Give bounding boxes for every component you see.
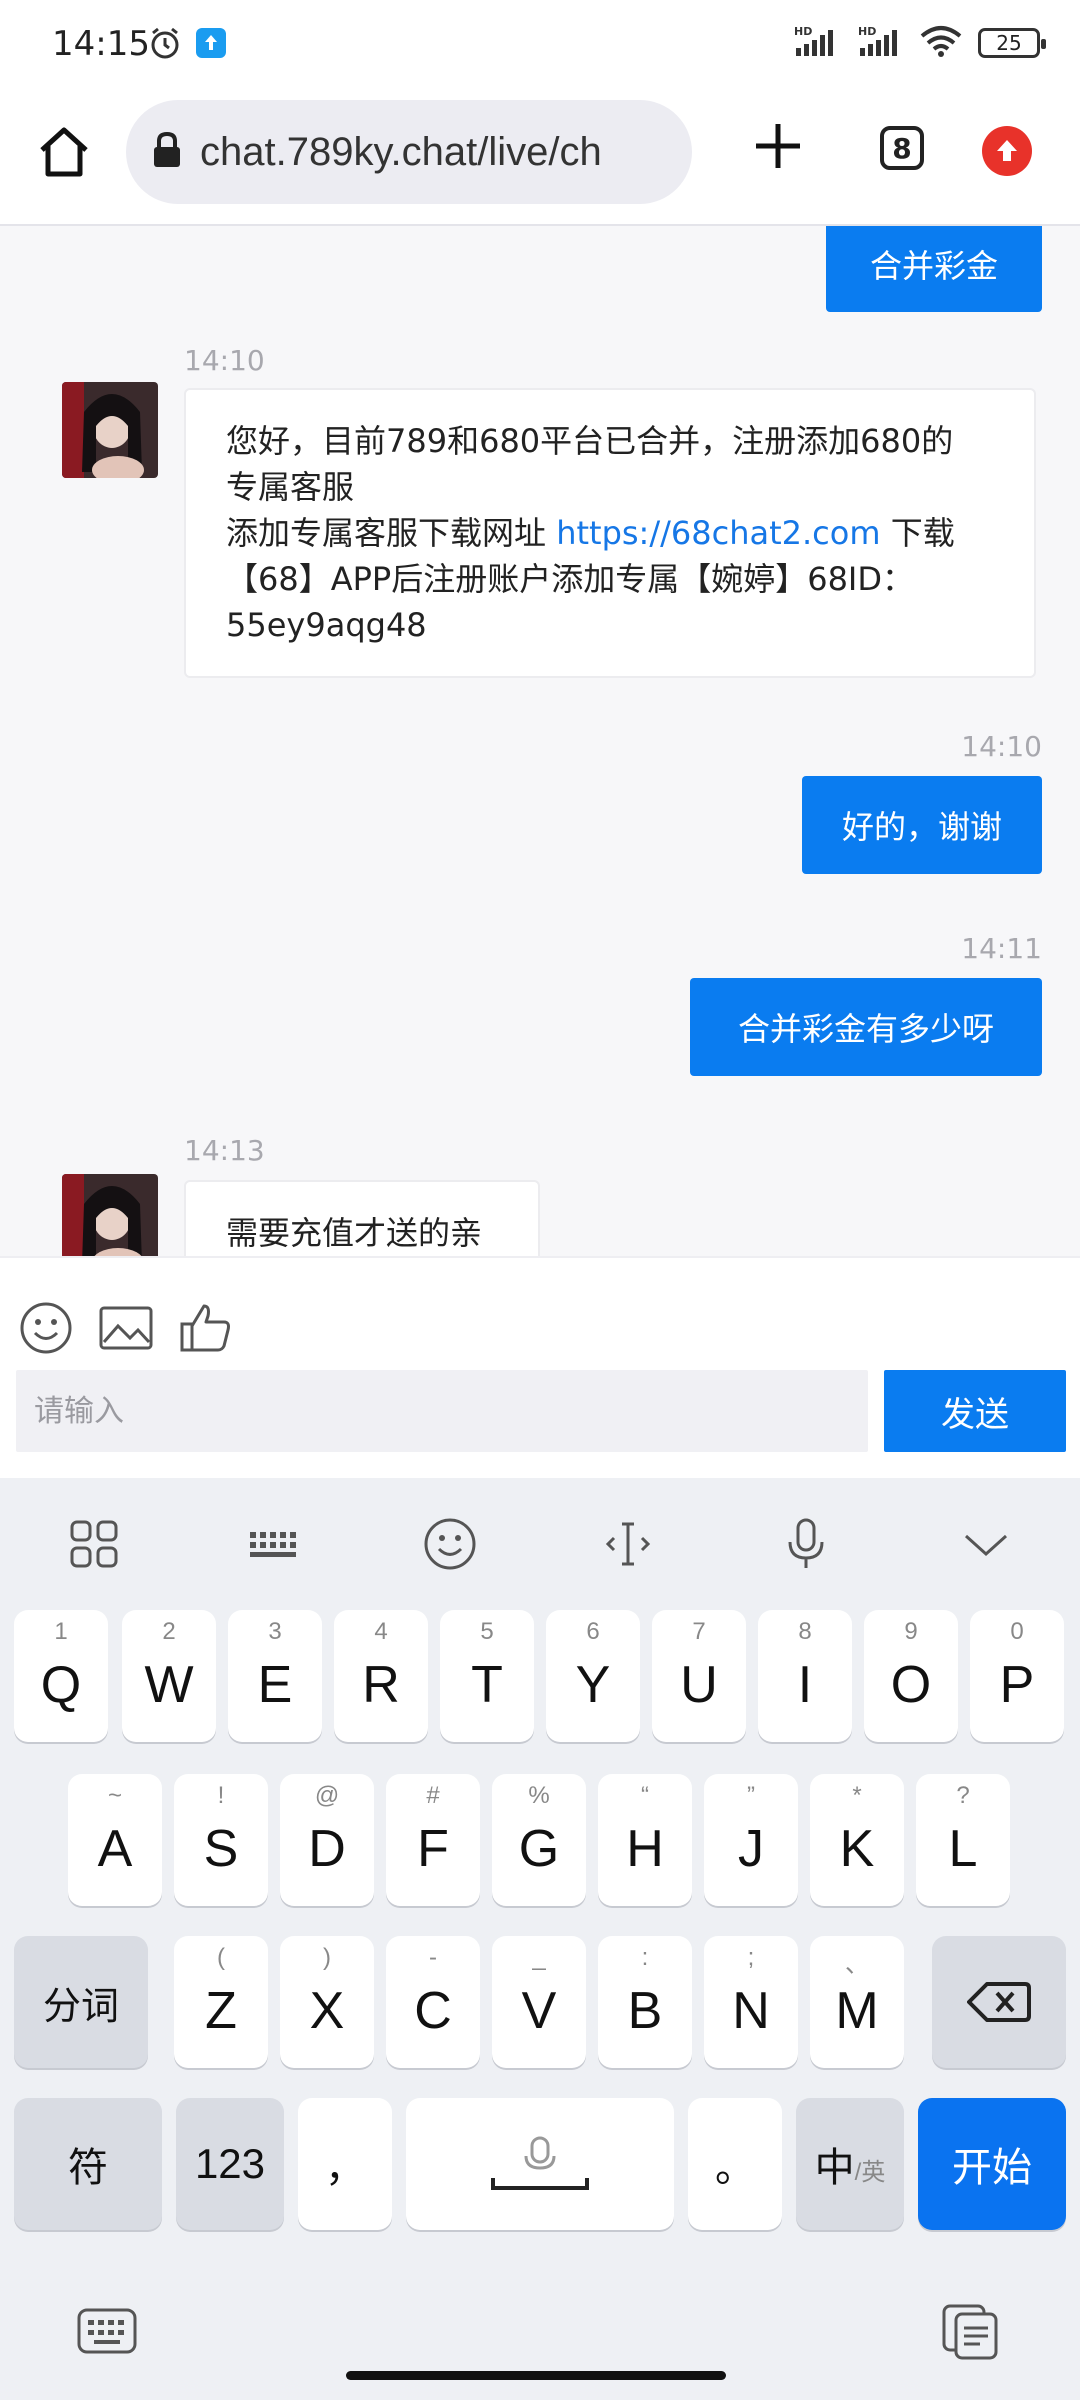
message-time: 14:11 — [961, 932, 1042, 965]
grid-icon — [70, 1520, 118, 1568]
message-composer: 发送 — [0, 1256, 1080, 1478]
status-bar: 14:15 HD HD 25 — [0, 0, 1080, 92]
alarm-icon — [148, 26, 182, 64]
key-m[interactable]: 、 M — [810, 1936, 904, 2068]
keyboard-icon — [77, 2308, 137, 2354]
key-l[interactable]: ? L — [916, 1774, 1010, 1906]
home-button[interactable] — [34, 122, 94, 182]
avatar[interactable] — [62, 382, 158, 478]
symbol-key[interactable]: 符 — [14, 2098, 162, 2230]
tabs-button[interactable]: 8 — [880, 126, 924, 170]
microphone-icon — [788, 1518, 824, 1568]
browser-toolbar: chat.789ky.chat/live/ch 8 — [0, 92, 1080, 226]
segment-key[interactable]: 分词 — [14, 1936, 148, 2068]
key-o[interactable]: 9O — [864, 1610, 958, 1742]
comma-key[interactable]: ， — [298, 2098, 392, 2230]
keyboard-layout-button[interactable] — [242, 1514, 302, 1574]
space-key[interactable] — [406, 2098, 674, 2230]
key-a[interactable]: ~ A — [68, 1774, 162, 1906]
svg-text:HD: HD — [858, 25, 876, 38]
keyboard-emoji-button[interactable] — [420, 1514, 480, 1574]
send-button[interactable]: 发送 — [884, 1370, 1066, 1452]
space-microphone-icon — [491, 2136, 589, 2190]
backspace-icon — [967, 1982, 1031, 2022]
svg-text:HD: HD — [794, 25, 812, 38]
new-tab-button[interactable] — [748, 116, 808, 176]
key-h[interactable]: “H — [598, 1774, 692, 1906]
voice-button[interactable] — [776, 1514, 836, 1574]
key-t[interactable]: 5T — [440, 1610, 534, 1742]
key-s[interactable]: ! S — [174, 1774, 268, 1906]
address-bar[interactable]: chat.789ky.chat/live/ch — [126, 100, 692, 204]
key-x[interactable]: ) X — [280, 1936, 374, 2068]
keyboard-switch-button[interactable] — [76, 2302, 138, 2360]
soft-keyboard: 1Q 2W 3E 4R 5T 6Y 7U 8I 9O 0P ~ A ! S @ D #… — [0, 1478, 1080, 2400]
arrow-up-icon — [997, 140, 1017, 161]
key-v[interactable]: _ V — [492, 1936, 586, 2068]
text-cursor-icon — [605, 1522, 651, 1566]
image-icon — [99, 1306, 153, 1350]
message-bubble-in[interactable]: 您好，目前789和680平台已合并，注册添加680的 专属客服 添加专属客服下载… — [184, 388, 1036, 678]
message-bubble-out[interactable]: 合并彩金有多少呀 — [690, 978, 1042, 1076]
message-time: 14:10 — [961, 730, 1042, 763]
smile-icon — [20, 1302, 72, 1354]
message-link[interactable]: https://68chat2.com — [556, 514, 880, 552]
like-button[interactable] — [178, 1300, 234, 1356]
clipboard-icon — [942, 2304, 998, 2360]
emoji-button[interactable] — [18, 1300, 74, 1356]
thumbs-up-icon — [180, 1304, 230, 1352]
key-w[interactable]: 2W — [122, 1610, 216, 1742]
wifi-icon — [920, 24, 962, 62]
key-d[interactable]: @ D — [280, 1774, 374, 1906]
message-time: 14:13 — [184, 1134, 265, 1167]
key-b[interactable]: :B — [598, 1936, 692, 2068]
hide-keyboard-button[interactable] — [956, 1514, 1016, 1574]
apps-grid-button[interactable] — [64, 1514, 124, 1574]
message-bubble-out[interactable]: 好的，谢谢 — [802, 776, 1042, 874]
key-z[interactable]: (Z — [174, 1936, 268, 2068]
chat-messages[interactable]: 合并彩金 14:10 您好，目前789和680平台已合并，注册添加680的 专属… — [0, 226, 1080, 1256]
key-r[interactable]: 4R — [334, 1610, 428, 1742]
numeric-key[interactable]: 123 — [176, 2098, 284, 2230]
key-k[interactable]: * K — [810, 1774, 904, 1906]
key-p[interactable]: 0P — [970, 1610, 1064, 1742]
battery-icon: 25 — [978, 28, 1046, 58]
enter-key[interactable]: 开始 — [918, 2098, 1066, 2230]
signal-hd-icon: HD — [792, 24, 840, 62]
upload-notification-icon — [196, 28, 226, 62]
key-f[interactable]: # F — [386, 1774, 480, 1906]
key-u[interactable]: 7U — [652, 1610, 746, 1742]
key-g[interactable]: % G — [492, 1774, 586, 1906]
backspace-key[interactable] — [932, 1936, 1066, 2068]
status-time: 14:15 — [52, 24, 150, 64]
chevron-down-icon — [964, 1534, 1008, 1557]
key-e[interactable]: 3E — [228, 1610, 322, 1742]
message-input[interactable] — [16, 1370, 868, 1452]
clipboard-button[interactable] — [940, 2302, 1002, 2360]
key-j[interactable]: ” J — [704, 1774, 798, 1906]
home-indicator[interactable] — [346, 2371, 726, 2380]
message-bubble-out[interactable]: 合并彩金 — [826, 226, 1042, 312]
avatar[interactable] — [62, 1174, 158, 1256]
lock-icon — [152, 131, 182, 173]
image-button[interactable] — [98, 1300, 154, 1356]
keyboard-dots-icon — [250, 1532, 296, 1557]
url-text: chat.789ky.chat/live/ch — [200, 129, 602, 174]
message-time: 14:10 — [184, 344, 265, 377]
update-button[interactable] — [982, 126, 1032, 176]
smile-icon — [424, 1518, 476, 1570]
key-y[interactable]: 6Y — [546, 1610, 640, 1742]
key-n[interactable]: ; N — [704, 1936, 798, 2068]
plus-icon — [756, 124, 800, 168]
key-i[interactable]: 8I — [758, 1610, 852, 1742]
message-bubble-in[interactable]: 需要充值才送的亲 — [184, 1180, 540, 1256]
home-icon — [40, 127, 88, 177]
key-c[interactable]: -C — [386, 1936, 480, 2068]
cursor-button[interactable] — [598, 1514, 658, 1574]
key-q[interactable]: 1Q — [14, 1610, 108, 1742]
signal-hd-icon-2: HD — [856, 24, 904, 62]
language-switch-key[interactable]: 中/英 — [796, 2098, 904, 2230]
period-key[interactable]: 。 — [688, 2098, 782, 2230]
